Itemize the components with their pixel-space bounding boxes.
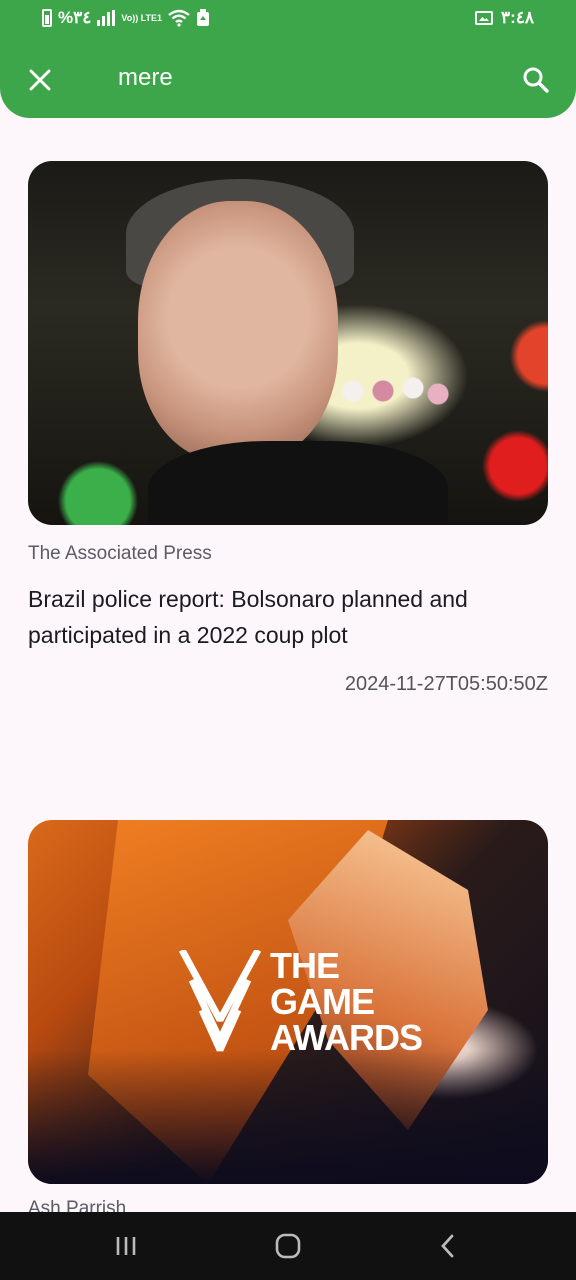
photo-shadow: [28, 1050, 548, 1184]
article-image[interactable]: THE GAME AWARDS: [28, 820, 548, 1184]
logo-line-1: THE: [270, 945, 340, 986]
article-title[interactable]: Brazil police report: Bolsonaro planned …: [28, 581, 548, 653]
back-icon: [441, 1234, 454, 1258]
recycle-status-icon: [197, 9, 210, 26]
system-nav-bar: [0, 1212, 576, 1280]
article-card[interactable]: THE GAME AWARDS: [28, 820, 548, 1184]
search-icon: [523, 67, 549, 93]
status-bar: %٣٤ Vo)) LTE1 ٣:٤٨: [0, 0, 576, 40]
logo-line-2: GAME: [270, 981, 375, 1022]
app-bar: %٣٤ Vo)) LTE1 ٣:٤٨ mere: [0, 0, 576, 118]
photo-flowers: [338, 376, 458, 406]
game-awards-logo-icon: [178, 950, 262, 1052]
search-button[interactable]: [516, 62, 556, 98]
back-button[interactable]: [428, 1230, 468, 1262]
photo-shirt: [148, 441, 448, 525]
home-button[interactable]: [268, 1230, 308, 1262]
clock: ٣:٤٨: [500, 8, 534, 27]
search-query-text[interactable]: mere: [118, 64, 173, 92]
logo-line-3: AWARDS: [270, 1017, 423, 1058]
battery-icon: [42, 9, 52, 27]
recents-button[interactable]: [106, 1230, 146, 1262]
close-icon: [29, 69, 51, 91]
lte-indicator: Vo)) LTE1: [121, 12, 163, 23]
signal-icon: [97, 10, 116, 26]
article-card[interactable]: The Associated Press Brazil police repor…: [28, 161, 548, 696]
article-image[interactable]: [28, 161, 548, 525]
article-date: 2024-11-27T05:50:50Z: [344, 673, 548, 695]
battery-percent: %٣٤: [58, 8, 92, 27]
recents-icon: [116, 1237, 136, 1255]
article-source: The Associated Press: [28, 543, 212, 564]
close-search-button[interactable]: [22, 62, 58, 98]
image-notification-icon: [474, 11, 493, 25]
photo-face: [138, 201, 338, 461]
wifi-icon: [168, 9, 190, 27]
home-icon: [275, 1233, 301, 1259]
game-awards-logo-text: THE GAME AWARDS: [270, 945, 423, 1058]
